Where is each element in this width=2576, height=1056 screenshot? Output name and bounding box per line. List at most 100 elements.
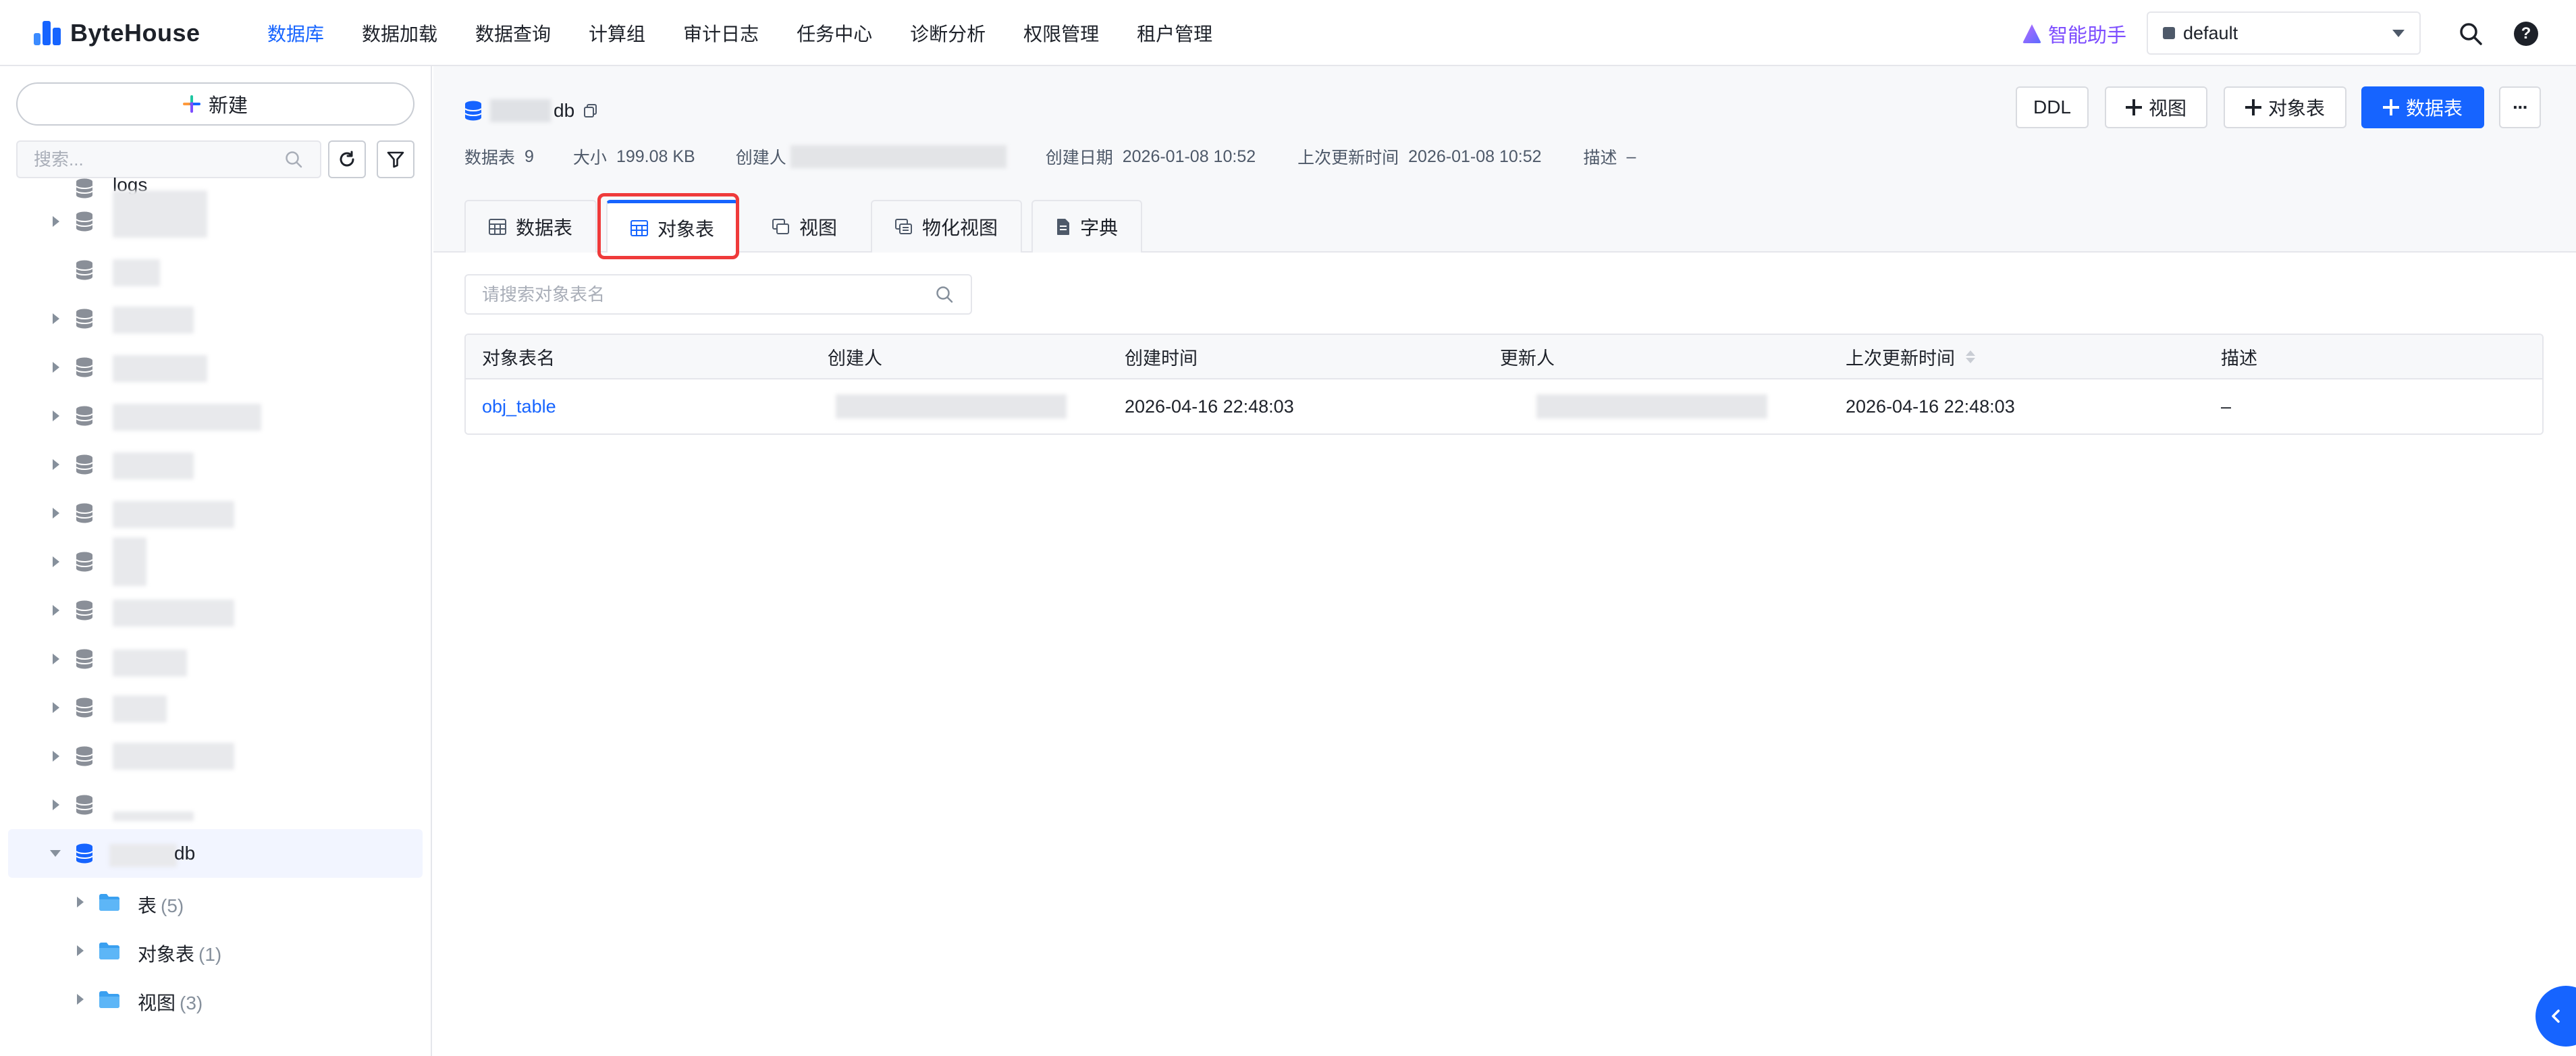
tab-dictionary[interactable]: 字典: [1031, 200, 1143, 253]
meta-tables-label: 数据表: [464, 149, 516, 167]
ai-assistant-button[interactable]: 智能助手: [2022, 20, 2126, 47]
tree-item-database[interactable]: [8, 635, 423, 683]
database-icon: [76, 697, 93, 718]
chevron-right-icon: [53, 654, 59, 664]
redacted-name: [113, 537, 146, 586]
tree-item-database[interactable]: [8, 586, 423, 635]
folder-icon: [99, 943, 119, 959]
tree-item-label: 视图: [138, 993, 176, 1013]
tree-item-database[interactable]: [8, 440, 423, 489]
tree-item-tables[interactable]: 表 (5): [8, 878, 423, 926]
meta-size-label: 大小: [572, 149, 607, 167]
column-header-name: 对象表名: [482, 348, 555, 369]
object-type-tabs: 数据表 对象表 视图 物化视图 字典: [464, 200, 1143, 253]
redacted-updater-cell: [1536, 379, 1767, 433]
nav-task-center[interactable]: 任务中心: [797, 20, 872, 47]
database-name: db: [554, 100, 575, 121]
create-view-label: 视图: [2148, 98, 2186, 119]
copy-icon[interactable]: [583, 103, 599, 119]
nav-compute-group[interactable]: 计算组: [589, 20, 645, 47]
new-button-label: 新建: [208, 95, 248, 117]
nav-data-loading[interactable]: 数据加载: [362, 20, 437, 47]
meta-creator-label: 创建人: [735, 149, 786, 167]
tab-label: 对象表: [658, 218, 715, 240]
column-header-updater: 更新人: [1500, 348, 1555, 369]
object-table-search-input[interactable]: [482, 284, 934, 305]
tab-views[interactable]: 视图: [748, 200, 861, 253]
materialized-view-icon: [895, 219, 913, 234]
nav-permissions[interactable]: 权限管理: [1023, 20, 1099, 47]
tree-item-views[interactable]: 视图 (3): [8, 975, 423, 1024]
database-icon: [76, 843, 93, 864]
tab-materialized-views[interactable]: 物化视图: [871, 200, 1023, 253]
plus-icon: [2245, 99, 2261, 115]
top-navigation: ByteHouse 数据库 数据加载 数据查询 计算组 审计日志 任务中心 诊断…: [0, 0, 2576, 66]
tree-item-database[interactable]: [8, 781, 423, 829]
table-row: obj_table 2026-04-16 22:48:03 2026-04-16…: [466, 379, 2542, 433]
more-button[interactable]: ···: [2499, 86, 2541, 128]
database-icon: [76, 178, 93, 199]
help-icon[interactable]: ?: [2514, 22, 2538, 46]
database-icon: [464, 101, 482, 121]
database-meta: 数据表 9 大小 199.08 KB 创建人 创建日期 2026-01-08 1…: [464, 143, 1636, 170]
search-icon: [936, 286, 953, 303]
create-view-button[interactable]: 视图: [2105, 86, 2207, 128]
chevron-right-icon: [53, 702, 59, 713]
plus-icon: [182, 95, 200, 113]
tree-item-object-tables[interactable]: 对象表 (1): [8, 926, 423, 975]
tree-item-selected-database[interactable]: db: [8, 829, 423, 878]
sort-icon[interactable]: [1966, 350, 1975, 363]
database-icon: [76, 503, 93, 523]
table-header: 对象表名 创建人 创建时间 更新人 上次更新时间 描述: [466, 335, 2542, 379]
tree-item-database[interactable]: [8, 489, 423, 537]
plus-icon: [2382, 99, 2399, 115]
ddl-button[interactable]: DDL: [2016, 86, 2089, 128]
database-title: db: [464, 96, 599, 126]
workspace-select[interactable]: default: [2147, 11, 2421, 55]
tree-item-count: (1): [198, 944, 222, 965]
tree-item-database[interactable]: [8, 190, 423, 246]
logo-mark-icon: [34, 21, 62, 45]
column-header-updated-at[interactable]: 上次更新时间: [1846, 335, 1975, 378]
column-header-created-at: 创建时间: [1125, 348, 1198, 369]
nav-audit-log[interactable]: 审计日志: [683, 20, 759, 47]
database-icon: [76, 406, 93, 426]
tree-item-database[interactable]: [8, 683, 423, 732]
table-icon: [489, 219, 506, 235]
database-icon: [76, 552, 93, 572]
object-table-name-link[interactable]: obj_table: [482, 379, 556, 433]
chevron-right-icon: [53, 362, 59, 373]
folder-icon: [99, 991, 119, 1008]
tree-item-database[interactable]: [8, 294, 423, 343]
database-icon: [76, 454, 93, 475]
search-icon[interactable]: [2457, 20, 2484, 47]
meta-updated-label: 上次更新时间: [1297, 149, 1399, 167]
tree-item-database[interactable]: [8, 343, 423, 392]
redacted-name: [490, 99, 551, 122]
tree-item-database[interactable]: [8, 246, 423, 294]
nav-data-query[interactable]: 数据查询: [475, 20, 551, 47]
nav-tenant[interactable]: 租户管理: [1137, 20, 1212, 47]
nav-diagnosis[interactable]: 诊断分析: [910, 20, 986, 47]
bytehouse-logo[interactable]: ByteHouse: [34, 16, 200, 50]
create-object-table-button[interactable]: 对象表: [2224, 86, 2346, 128]
chevron-right-icon: [53, 459, 59, 470]
tree-item-database[interactable]: [8, 537, 423, 586]
create-data-table-label: 数据表: [2405, 98, 2463, 119]
folder-icon: [99, 894, 119, 911]
tab-object-tables[interactable]: 对象表: [606, 200, 739, 253]
redacted-name: [113, 743, 234, 770]
nav-database[interactable]: 数据库: [267, 20, 324, 47]
chevron-right-icon: [77, 994, 84, 1005]
tab-data-tables[interactable]: 数据表: [464, 200, 597, 253]
create-data-table-button[interactable]: 数据表: [2361, 86, 2484, 128]
meta-tables-value: 9: [525, 147, 534, 166]
database-icon: [76, 260, 93, 280]
new-button[interactable]: 新建: [16, 82, 414, 126]
tree-item-database[interactable]: [8, 392, 423, 440]
main-nav: 数据库 数据加载 数据查询 计算组 审计日志 任务中心 诊断分析 权限管理 租户…: [267, 0, 1250, 66]
tree-item-database[interactable]: [8, 732, 423, 781]
tab-label: 数据表: [516, 217, 573, 238]
view-icon: [772, 219, 790, 234]
redacted-name: [113, 190, 207, 238]
